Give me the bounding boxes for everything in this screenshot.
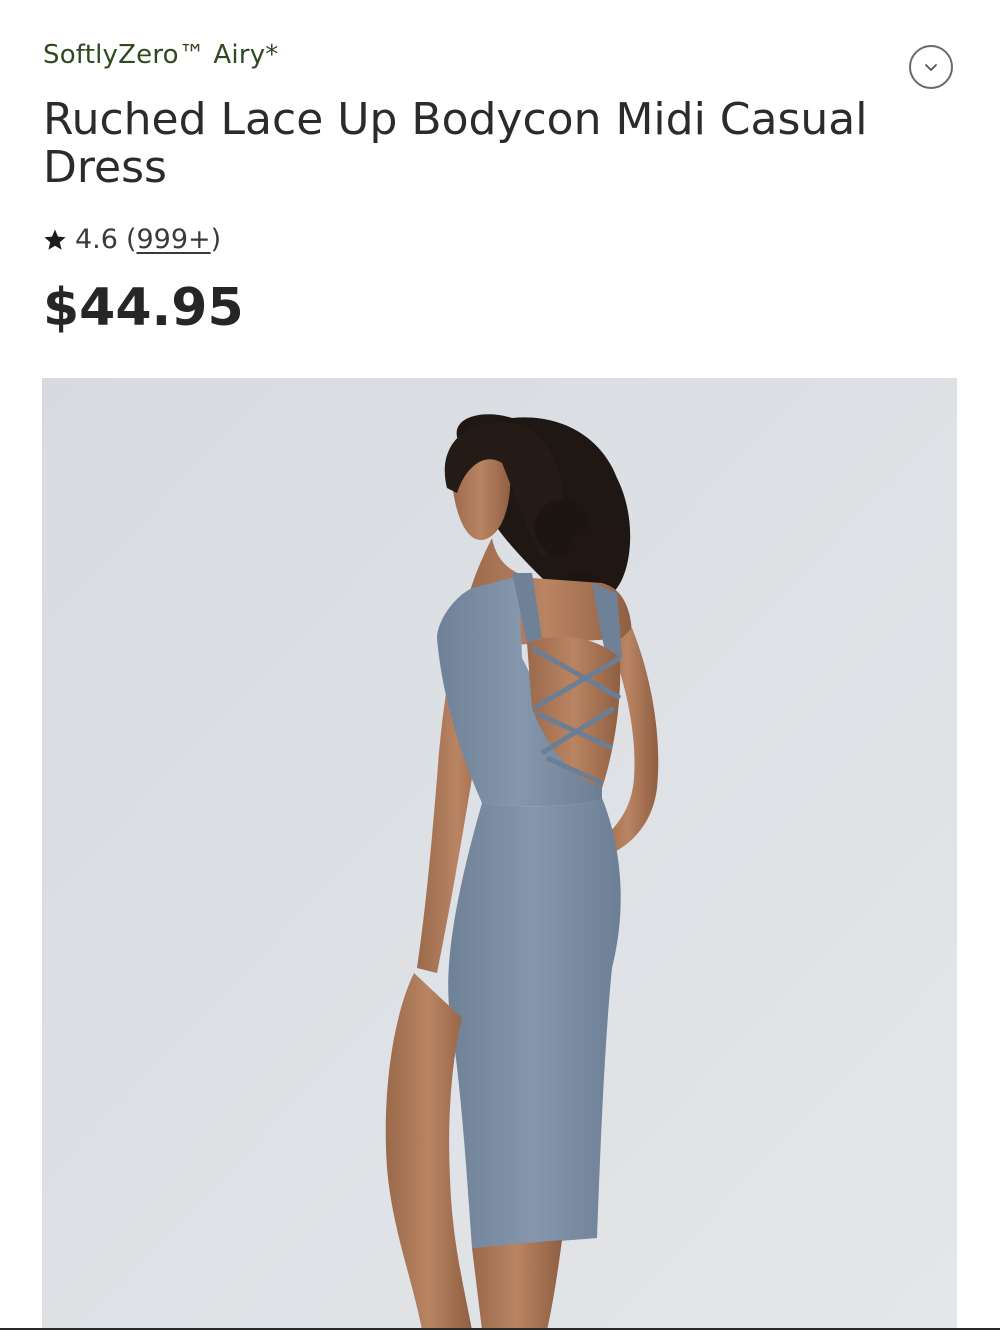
product-price: $44.95 [43,278,244,338]
product-rating: 4.6 (999+) [43,224,221,255]
expand-button[interactable] [909,45,953,89]
product-title: Ruched Lace Up Bodycon Midi Casual Dress [43,94,868,193]
review-count[interactable]: 999+ [137,224,211,255]
model-photo [42,378,957,1330]
star-icon [43,228,67,252]
chevron-down-icon [925,64,937,71]
product-header: SoftlyZero™ Airy* Ruched Lace Up Bodycon… [0,0,1000,378]
review-count-link[interactable]: (999+) [126,224,221,255]
collection-name[interactable]: SoftlyZero™ Airy* [43,40,279,70]
rating-value: 4.6 [75,224,118,255]
product-image[interactable] [42,378,957,1330]
